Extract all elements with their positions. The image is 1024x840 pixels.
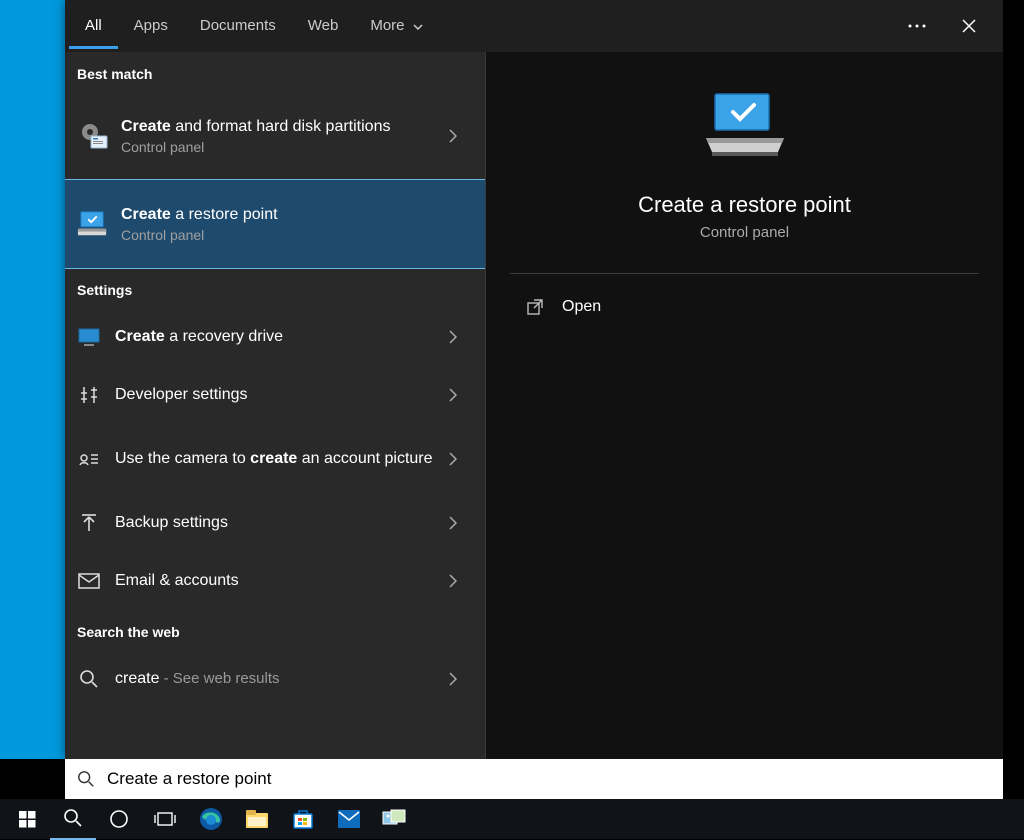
chevron-right-icon	[449, 330, 473, 344]
more-options-button[interactable]	[893, 2, 941, 50]
result-title: Create a restore point	[121, 205, 473, 226]
result-create-restore-point[interactable]: Create a restore point Control panel	[65, 180, 485, 268]
result-title: Create a recovery drive	[115, 327, 449, 348]
tab-web[interactable]: Web	[292, 3, 355, 49]
mail-icon	[77, 565, 101, 597]
taskbar	[0, 799, 1024, 839]
open-external-icon	[526, 298, 544, 316]
chevron-right-icon	[449, 452, 473, 466]
chevron-down-icon	[413, 24, 423, 30]
result-developer-settings[interactable]: Developer settings	[65, 366, 485, 424]
result-email-accounts[interactable]: Email & accounts	[65, 552, 485, 610]
tab-documents[interactable]: Documents	[184, 3, 292, 49]
result-title: Developer settings	[115, 385, 449, 406]
chevron-right-icon	[449, 672, 473, 686]
search-icon	[77, 663, 101, 695]
search-input-bar[interactable]	[65, 759, 1003, 799]
result-title: Use the camera to create an account pict…	[115, 449, 449, 470]
monitor-check-icon	[77, 208, 109, 240]
preview-pane: Create a restore point Control panel Ope…	[486, 52, 1003, 759]
contact-card-icon	[77, 443, 101, 475]
developer-icon	[77, 379, 101, 411]
preview-divider	[510, 273, 979, 274]
section-settings: Settings	[65, 268, 485, 308]
chevron-right-icon	[449, 388, 473, 402]
tab-more-label: More	[370, 17, 404, 34]
result-title: Create and format hard disk partitions	[121, 117, 449, 138]
monitor-check-large-icon	[695, 88, 795, 168]
chevron-right-icon	[449, 574, 473, 588]
backup-arrow-icon	[77, 507, 101, 539]
result-subtitle: Control panel	[121, 139, 449, 155]
preview-title: Create a restore point	[486, 192, 1003, 218]
taskbar-explorer-icon[interactable]	[234, 799, 280, 839]
result-subtitle: Control panel	[121, 227, 473, 243]
search-tabs: All Apps Documents Web More	[65, 0, 1003, 52]
monitor-icon	[77, 321, 101, 353]
search-panel: All Apps Documents Web More Best match	[65, 0, 1003, 759]
chevron-right-icon	[449, 516, 473, 530]
result-backup-settings[interactable]: Backup settings	[65, 494, 485, 552]
chevron-right-icon	[449, 129, 473, 143]
tab-apps[interactable]: Apps	[118, 3, 184, 49]
section-best-match: Best match	[65, 52, 485, 92]
section-search-web: Search the web	[65, 610, 485, 650]
results-column: Best match Create and format hard disk p…	[65, 52, 486, 759]
taskbar-photos-icon[interactable]	[372, 799, 418, 839]
start-button[interactable]	[4, 799, 50, 839]
taskbar-search-button[interactable]	[50, 798, 96, 840]
taskbar-store-icon[interactable]	[280, 799, 326, 839]
result-camera-account-picture[interactable]: Use the camera to create an account pict…	[65, 424, 485, 494]
cortana-button[interactable]	[96, 799, 142, 839]
result-title: Email & accounts	[115, 571, 449, 592]
result-web-search[interactable]: create - See web results	[65, 650, 485, 708]
result-create-partitions[interactable]: Create and format hard disk partitions C…	[65, 92, 485, 180]
result-title: create - See web results	[115, 669, 449, 690]
result-title: Backup settings	[115, 513, 449, 534]
gear-panel-icon	[77, 120, 109, 152]
task-view-button[interactable]	[142, 799, 188, 839]
search-icon	[77, 770, 95, 788]
taskbar-edge-icon[interactable]	[188, 799, 234, 839]
tab-more[interactable]: More	[354, 3, 438, 49]
close-button[interactable]	[945, 2, 993, 50]
preview-action-label: Open	[562, 298, 601, 316]
start-menu-accent	[0, 0, 65, 759]
result-recovery-drive[interactable]: Create a recovery drive	[65, 308, 485, 366]
preview-subtitle: Control panel	[486, 224, 1003, 241]
preview-action-open[interactable]: Open	[486, 282, 1003, 332]
search-input[interactable]	[105, 768, 991, 790]
taskbar-mail-icon[interactable]	[326, 799, 372, 839]
tab-all[interactable]: All	[69, 3, 118, 49]
